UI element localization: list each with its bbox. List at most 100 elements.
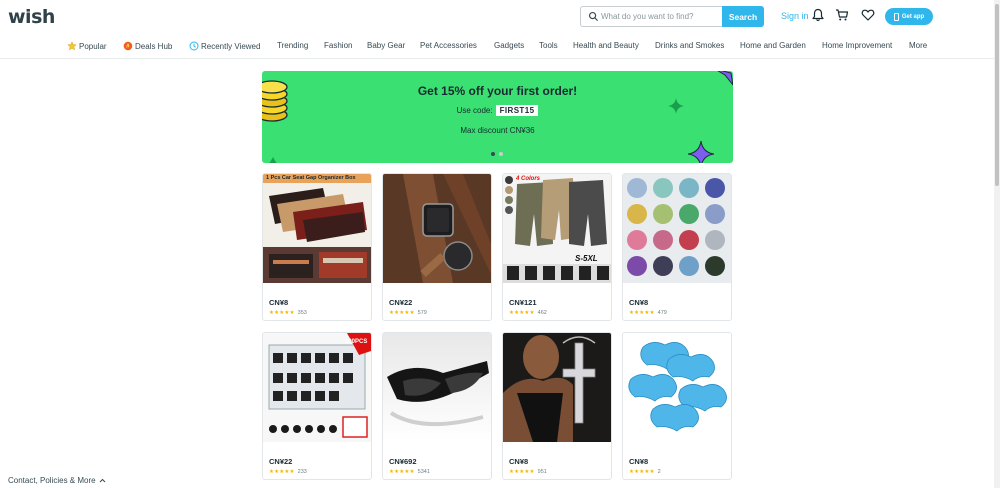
product-price: CN¥121	[509, 298, 537, 307]
product-price: CN¥8	[629, 457, 649, 466]
nav-item-fashion[interactable]: Fashion	[324, 41, 352, 50]
product-image	[623, 174, 731, 283]
product-card[interactable]: 4 Colors S-5XL CN¥121 ★★★★★ 462	[502, 173, 612, 321]
bell-icon[interactable]	[811, 8, 825, 22]
rating-stars: ★★★★★	[269, 469, 295, 475]
product-price: CN¥8	[509, 457, 529, 466]
product-rating: ★★★★★ 579	[389, 310, 427, 316]
product-card[interactable]: CN¥8 ★★★★★ 479	[622, 173, 732, 321]
product-rating: ★★★★★ 462	[509, 310, 547, 316]
product-card[interactable]: CN¥692 ★★★★★ 5341	[382, 332, 492, 480]
nav-item-baby-gear[interactable]: Baby Gear	[367, 41, 405, 50]
triangle-icon	[269, 157, 277, 163]
star-icon	[67, 41, 77, 51]
search-icon	[588, 11, 599, 22]
carousel-dots	[491, 152, 503, 156]
product-card[interactable]: 1 Pcs Car Seat Gap Organizer Box CN¥8 ★★…	[262, 173, 372, 321]
product-rating: ★★★★★ 5341	[389, 469, 430, 475]
heart-icon[interactable]	[861, 8, 875, 22]
wish-logo[interactable]: wish	[8, 6, 55, 28]
category-nav: Popular Deals Hub Recently Viewed Trendi…	[0, 38, 1000, 56]
nav-label: Popular	[79, 41, 107, 51]
product-price: CN¥8	[629, 298, 649, 307]
product-price: CN¥22	[389, 298, 413, 307]
product-rating: ★★★★★ 233	[269, 469, 307, 475]
product-price: CN¥22	[269, 457, 293, 466]
product-rating: ★★★★★ 951	[509, 469, 547, 475]
get-app-button[interactable]: Get app	[885, 8, 933, 25]
nav-item-popular[interactable]: Popular	[67, 41, 107, 51]
banner-max-discount: Max discount CN¥36	[460, 126, 535, 135]
product-card[interactable]: CN¥8 ★★★★★ 2	[622, 332, 732, 480]
product-image-label: 4 Colors	[516, 176, 541, 182]
search-bar[interactable]	[580, 6, 722, 27]
nav-item-health-and-beauty[interactable]: Health and Beauty	[573, 41, 639, 50]
product-image-label: 1 Pcs Car Seat Gap Organizer Box	[266, 175, 356, 181]
product-image: 1 Pcs Car Seat Gap Organizer Box	[263, 174, 371, 283]
phone-icon	[893, 12, 899, 21]
review-count: 462	[537, 310, 547, 316]
scrollbar-thumb[interactable]	[995, 4, 999, 186]
rating-stars: ★★★★★	[389, 310, 415, 316]
deals-icon	[123, 41, 133, 51]
cart-icon[interactable]	[835, 8, 849, 22]
banner-title: Get 15% off your first order!	[417, 84, 578, 98]
review-count: 2	[657, 469, 661, 475]
product-card[interactable]: CN¥22 ★★★★★ 579	[382, 173, 492, 321]
product-image-label: 100PCS	[345, 339, 368, 345]
review-count: 951	[537, 469, 547, 475]
nav-label: Deals Hub	[135, 41, 173, 51]
nav-item-tools[interactable]: Tools	[539, 41, 558, 50]
nav-item-trending[interactable]: Trending	[277, 41, 308, 50]
nav-item-deals-hub[interactable]: Deals Hub	[123, 41, 172, 51]
contact-policies-link[interactable]: Contact, Policies & More	[8, 476, 108, 485]
chevron-up-icon	[99, 478, 105, 483]
product-image	[623, 333, 731, 442]
rating-stars: ★★★★★	[509, 310, 535, 316]
clock-icon	[189, 41, 199, 51]
product-image: 100PCS	[263, 333, 371, 442]
product-card[interactable]: 100PCS CN¥22 ★★★★★ 233	[262, 332, 372, 480]
review-count: 5341	[417, 469, 430, 475]
product-rating: ★★★★★ 479	[629, 310, 667, 316]
carousel-dot-1[interactable]	[491, 152, 495, 156]
promo-banner[interactable]: Get 15% off your first order! Use code: F…	[262, 71, 733, 163]
nav-item-home-improvement[interactable]: Home Improvement	[822, 41, 892, 50]
nav-item-recently-viewed[interactable]: Recently Viewed	[189, 41, 260, 51]
header: wish Search Sign in Get app	[0, 0, 1000, 34]
carousel-dot-2[interactable]	[499, 152, 503, 156]
nav-item-drinks-and-smokes[interactable]: Drinks and Smokes	[655, 41, 724, 50]
rating-stars: ★★★★★	[389, 469, 415, 475]
product-image	[503, 333, 611, 442]
product-image-label-secondary: S-5XL	[575, 254, 598, 263]
code-label: Use code:	[456, 106, 493, 115]
nav-item-home-and-garden[interactable]: Home and Garden	[740, 41, 806, 50]
footer-link-label: Contact, Policies & More	[8, 476, 96, 485]
review-count: 479	[657, 310, 667, 316]
product-price: CN¥8	[269, 298, 289, 307]
review-count: 233	[297, 469, 307, 475]
product-image: 4 Colors S-5XL	[503, 174, 611, 283]
sparkle-icon	[668, 98, 684, 114]
nav-item-pet-accessories[interactable]: Pet Accessories	[420, 41, 477, 50]
review-count: 353	[297, 310, 307, 316]
search-button[interactable]: Search	[722, 6, 764, 27]
sparkle-large-icon	[688, 141, 714, 163]
header-divider	[0, 58, 1000, 59]
product-image	[383, 174, 491, 283]
banner-code-line: Use code: FIRST15	[262, 105, 733, 116]
product-card[interactable]: CN¥8 ★★★★★ 951	[502, 332, 612, 480]
review-count: 579	[417, 310, 427, 316]
nav-item-gadgets[interactable]: Gadgets	[494, 41, 524, 50]
product-rating: ★★★★★ 2	[629, 469, 661, 475]
nav-item-more[interactable]: More	[909, 41, 927, 50]
rating-stars: ★★★★★	[509, 469, 535, 475]
search-input[interactable]	[601, 7, 719, 26]
rating-stars: ★★★★★	[629, 310, 655, 316]
rating-stars: ★★★★★	[269, 310, 295, 316]
product-image	[383, 333, 491, 442]
get-app-label: Get app	[901, 13, 925, 20]
product-rating: ★★★★★ 353	[269, 310, 307, 316]
nav-label: Recently Viewed	[201, 41, 261, 51]
sign-in-link[interactable]: Sign in	[781, 11, 809, 21]
